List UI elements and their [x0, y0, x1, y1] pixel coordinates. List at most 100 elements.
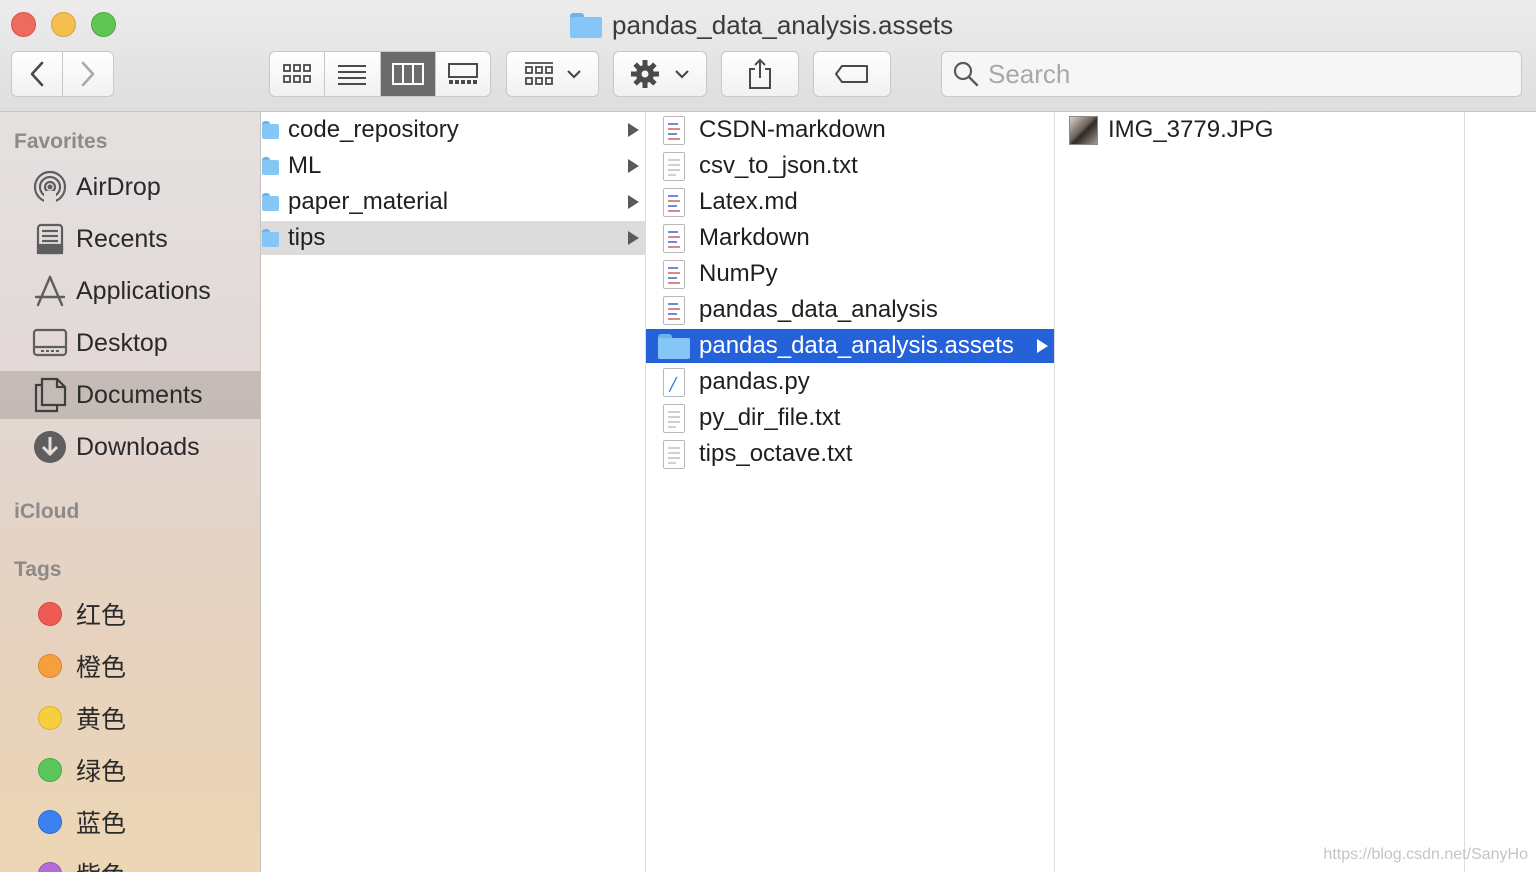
browser-column-1: code_repository ML paper_material tips [261, 112, 646, 872]
gallery-icon [447, 63, 478, 84]
search-field[interactable] [941, 51, 1522, 97]
sidebar-item-desktop[interactable]: Desktop [0, 319, 260, 367]
watermark-text: https://blog.csdn.net/SanyHo [1323, 846, 1528, 863]
sidebar-item-recents[interactable]: Recents [0, 215, 260, 263]
desktop-icon [32, 325, 68, 361]
sidebar-item-label: Recents [76, 224, 168, 253]
group-grid-icon [524, 62, 553, 85]
group-by-button[interactable] [506, 51, 599, 97]
forward-button[interactable] [62, 51, 114, 97]
file-name: csv_to_json.txt [699, 152, 858, 179]
file-name: paper_material [288, 188, 449, 215]
column-view-button[interactable] [380, 52, 436, 96]
folder-icon [658, 333, 690, 359]
file-row[interactable]: paper_material [261, 185, 645, 219]
file-name: Markdown [699, 224, 810, 251]
list-lines-icon [338, 65, 367, 85]
chevron-right-icon [81, 61, 95, 87]
list-view-button[interactable] [325, 52, 381, 96]
back-button[interactable] [11, 51, 63, 97]
sidebar-tag-red[interactable]: 红色 [0, 590, 260, 638]
file-row[interactable]: / pandas.py [646, 365, 1054, 399]
python-file-icon: / [663, 367, 685, 397]
close-window-button[interactable] [11, 12, 36, 37]
file-row[interactable]: CSDN-markdown [646, 113, 1054, 147]
sidebar-item-documents[interactable]: Documents [0, 371, 260, 419]
applications-icon [32, 273, 68, 309]
tag-color-dot [38, 758, 62, 782]
minimize-window-button[interactable] [51, 12, 76, 37]
sidebar-item-label: Downloads [76, 432, 200, 461]
browser-column-2: CSDN-markdown csv_to_json.txt Latex.md M… [646, 112, 1055, 872]
sidebar-item-applications[interactable]: Applications [0, 267, 260, 315]
sidebar-tag-blue[interactable]: 蓝色 [0, 798, 260, 846]
sidebar: Favorites AirDrop Recents Applications D… [0, 112, 261, 872]
folder-icon [262, 156, 279, 176]
file-name: pandas_data_analysis.assets [699, 332, 1014, 359]
file-name: pandas.py [699, 368, 810, 395]
chevron-down-icon [675, 70, 689, 79]
window-title-text: pandas_data_analysis.assets [612, 9, 954, 40]
file-row[interactable]: py_dir_file.txt [646, 401, 1054, 435]
disclosure-arrow-icon [628, 195, 639, 209]
file-name: CSDN-markdown [699, 116, 886, 143]
icon-view-button[interactable] [270, 52, 326, 96]
file-row[interactable]: ML [261, 149, 645, 183]
file-row[interactable]: pandas_data_analysis [646, 293, 1054, 327]
tag-color-dot [38, 810, 62, 834]
view-mode-selector [269, 51, 491, 97]
documents-icon [32, 377, 68, 413]
share-button[interactable] [721, 51, 799, 97]
file-row[interactable]: tips_octave.txt [646, 437, 1054, 471]
sidebar-tag-purple[interactable]: 紫色 [0, 850, 260, 872]
file-name: pandas_data_analysis [699, 296, 938, 323]
browser-column-4 [1465, 112, 1536, 872]
file-row-selected[interactable]: tips [261, 221, 645, 255]
tag-label: 绿色 [76, 758, 127, 786]
file-row[interactable]: Latex.md [646, 185, 1054, 219]
sidebar-item-label: AirDrop [76, 172, 161, 201]
maximize-window-button[interactable] [91, 12, 116, 37]
chevron-down-icon [566, 70, 581, 79]
recents-icon [32, 221, 68, 257]
folder-icon [262, 192, 279, 212]
edit-tags-button[interactable] [813, 51, 891, 97]
image-file-icon [1069, 115, 1098, 145]
tags-heading: Tags [14, 558, 62, 581]
tag-color-dot [38, 706, 62, 730]
action-menu-button[interactable] [613, 51, 707, 97]
disclosure-arrow-icon [628, 159, 639, 173]
share-icon [749, 58, 771, 89]
sidebar-item-label: Applications [76, 276, 211, 305]
icloud-heading: iCloud [14, 500, 80, 523]
icon-grid-icon [283, 64, 312, 83]
text-file-icon [663, 439, 685, 469]
file-row[interactable]: csv_to_json.txt [646, 149, 1054, 183]
file-row-selected[interactable]: pandas_data_analysis.assets [646, 329, 1054, 363]
downloads-icon [32, 429, 68, 465]
window-toolbar: pandas_data_analysis.assets [0, 0, 1536, 112]
search-input[interactable] [988, 58, 1508, 90]
file-row[interactable]: NumPy [646, 257, 1054, 291]
file-row[interactable]: code_repository [261, 113, 645, 147]
tag-label: 蓝色 [76, 810, 127, 838]
file-row[interactable]: Markdown [646, 221, 1054, 255]
file-name: ML [288, 152, 322, 179]
tag-color-dot [38, 862, 62, 872]
disclosure-arrow-icon [1037, 339, 1048, 353]
sidebar-tag-orange[interactable]: 橙色 [0, 642, 260, 690]
file-name: Latex.md [699, 188, 798, 215]
sidebar-item-airdrop[interactable]: AirDrop [0, 163, 260, 211]
tag-color-dot [38, 654, 62, 678]
sidebar-item-downloads[interactable]: Downloads [0, 423, 260, 471]
airdrop-icon [32, 169, 68, 205]
window-title: pandas_data_analysis.assets [570, 8, 953, 42]
browser-column-3: IMG_3779.JPG [1055, 112, 1465, 872]
tag-label: 橙色 [76, 654, 127, 682]
sidebar-tag-yellow[interactable]: 黄色 [0, 694, 260, 742]
file-row[interactable]: IMG_3779.JPG [1055, 113, 1464, 147]
gallery-view-button[interactable] [436, 52, 490, 96]
sidebar-tag-green[interactable]: 绿色 [0, 746, 260, 794]
columns-icon [391, 63, 424, 85]
disclosure-arrow-icon [628, 231, 639, 245]
